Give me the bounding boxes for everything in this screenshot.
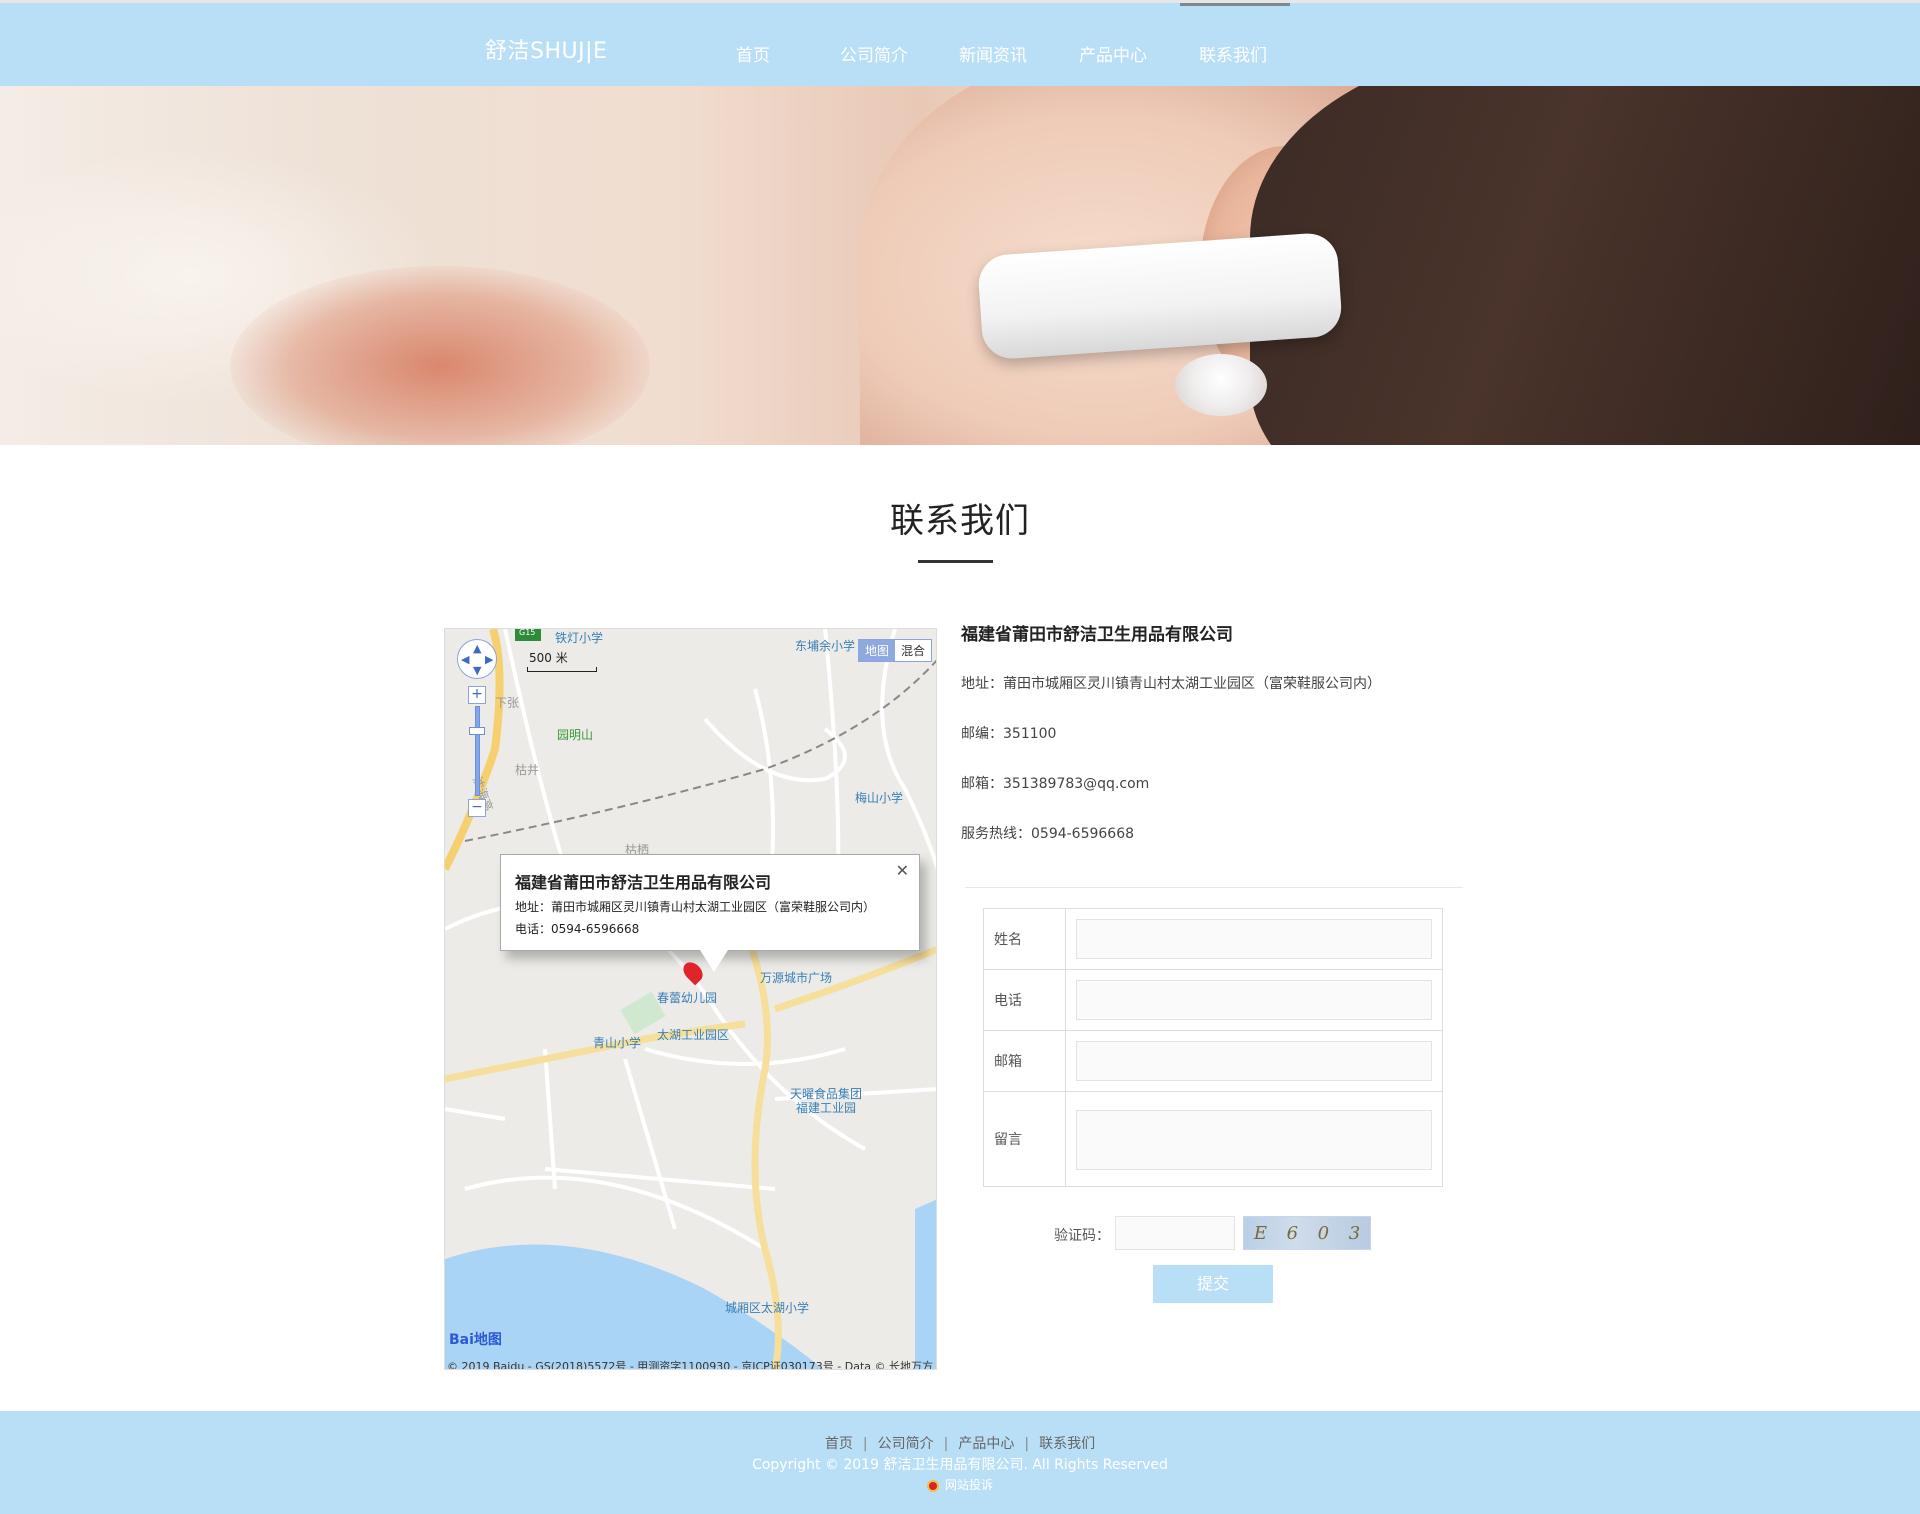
nav-home[interactable]: 首页 [736,41,770,66]
contact-hotline: 服务热线：0594-6596668 [961,826,1135,842]
captcha-char: 0 [1317,1222,1330,1244]
captcha-char: 6 [1286,1222,1299,1244]
pan-up-icon[interactable]: ▲ [473,642,481,655]
footer-separator: | [943,1436,949,1452]
map-type-toggle: 地图 混合 [857,639,932,662]
name-field-wrap [1066,909,1442,969]
captcha-image[interactable]: E 6 0 3 [1243,1216,1371,1250]
email-label: 邮箱 [984,1031,1066,1091]
message-field-wrap [1066,1092,1442,1186]
form-row-phone: 电话 [984,970,1442,1031]
info-window-address: 地址：莆田市城厢区灵川镇青山村太湖工业园区（富荣鞋服公司内） [515,900,876,914]
hero-hair [1250,86,1920,445]
submit-button[interactable]: 提交 [1153,1265,1273,1303]
divider [965,887,1463,888]
footer-separator: | [862,1436,868,1452]
map-label: 枯井 [515,763,540,777]
map-label: 太湖工业园区 [657,1028,730,1042]
zoom-slider-handle[interactable] [469,727,485,735]
company-name: 福建省莆田市舒洁卫生用品有限公司 [961,625,1233,645]
map-label: 园明山 [557,728,594,742]
map-label: 福建工业园 [796,1101,857,1115]
map-highway-shield: G15 [519,628,536,637]
map-label: 万源城市广场 [760,971,833,985]
map-type-map[interactable]: 地图 [858,640,895,661]
form-row-email: 邮箱 [984,1031,1442,1092]
footer-copyright: Copyright © 2019 舒洁卫生用品有限公司. All Rights … [752,1457,1168,1473]
title-underline [918,560,993,563]
nav-products[interactable]: 产品中心 [1079,41,1147,66]
page-title: 联系我们 [890,501,1030,541]
captcha-char: E [1253,1222,1267,1244]
pan-down-icon[interactable]: ▼ [473,664,481,677]
footer-separator: | [1024,1436,1030,1452]
footer-links: 首页 | 公司简介 | 产品中心 | 联系我们 [0,1433,1920,1453]
hero-banner-image [0,86,1920,445]
phone-field-wrap [1066,970,1442,1030]
contact-email: 邮箱：351389783@qq.com [961,776,1150,792]
close-icon[interactable]: ✕ [896,861,909,880]
zoom-in-button[interactable]: + [468,686,486,704]
info-window-title: 福建省莆田市舒洁卫生用品有限公司 [515,873,772,892]
name-input[interactable] [1076,919,1432,959]
map-label: 东埔余小学 [795,639,856,653]
form-row-name: 姓名 [984,909,1442,970]
email-input[interactable] [1076,1041,1432,1081]
nav-news[interactable]: 新闻资讯 [959,41,1027,66]
zoom-out-button[interactable]: − [468,799,486,817]
map-label: 城厢区太湖小学 [725,1301,810,1315]
map-label: 铁灯小学 [555,631,604,645]
captcha-label: 验证码： [1054,1228,1110,1244]
captcha-input[interactable] [1115,1216,1235,1250]
footer-link-products[interactable]: 产品中心 [958,1436,1014,1452]
map-scale-label: 500 米 [529,651,568,665]
message-label: 留言 [984,1092,1066,1186]
police-badge-icon [926,1479,939,1492]
map-label: 春蕾幼儿园 [657,991,718,1005]
site-header: 舒洁SHUJ|E 首页 公司简介 新闻资讯 产品中心 联系我们 [0,0,1920,86]
map-label: 梅山小学 [855,791,904,805]
map-label: 下张 [495,696,520,710]
footer-link-home[interactable]: 首页 [825,1436,853,1452]
map-label: 青山小学 [593,1036,642,1050]
contact-postcode: 邮编：351100 [961,726,1057,742]
info-window-pointer [700,950,728,972]
map-copyright: © 2019 Baidu - GS(2018)5572号 - 甲测资字11009… [447,1360,934,1370]
site-logo[interactable]: 舒洁SHUJ|E [485,33,607,65]
phone-input[interactable] [1076,980,1432,1020]
map-type-hybrid[interactable]: 混合 [894,640,931,661]
baidu-logo-text2: 地图 [473,1332,502,1348]
name-label: 姓名 [984,909,1066,969]
form-row-message: 留言 [984,1092,1442,1186]
footer-report-link[interactable]: 网站投诉 [0,1476,1920,1493]
zoom-track[interactable] [475,706,480,796]
nav-active-indicator [1180,3,1290,6]
email-field-wrap [1066,1031,1442,1091]
baidu-map-logo: Bai地图 [449,1329,502,1349]
site-footer: 首页 | 公司简介 | 产品中心 | 联系我们 Copyright © 2019 舒洁卫生用… [0,1411,1920,1514]
message-textarea[interactable] [1076,1110,1432,1170]
footer-link-contact[interactable]: 联系我们 [1039,1436,1095,1452]
footer-link-about[interactable]: 公司简介 [878,1436,934,1452]
map-pan-control[interactable]: ▲ ▼ ◀ ▶ [457,639,497,679]
baidu-map[interactable]: 铁灯小学 东埔余小学 园明山 下张 枯井 沈海高 梅山小学 枯栖 万源城市广场 … [444,628,937,1370]
info-window-phone: 电话：0594-6596668 [515,922,640,936]
nav-contact[interactable]: 联系我们 [1199,41,1267,66]
phone-label: 电话 [984,970,1066,1030]
nav-about[interactable]: 公司简介 [840,41,908,66]
captcha-char: 3 [1348,1222,1361,1244]
contact-address: 地址：莆田市城厢区灵川镇青山村太湖工业园区（富荣鞋服公司内） [961,676,1381,692]
report-label: 网站投诉 [944,1478,993,1492]
message-form: 姓名 电话 邮箱 留言 [983,908,1443,1187]
baidu-logo-text: Bai [449,1332,474,1348]
hero-earring [1175,354,1267,416]
map-info-window: 福建省莆田市舒洁卫生用品有限公司 地址：莆田市城厢区灵川镇青山村太湖工业园区（富… [500,854,920,951]
map-scale-bar [527,667,597,672]
pan-right-icon[interactable]: ▶ [485,653,493,666]
pan-left-icon[interactable]: ◀ [461,653,469,666]
